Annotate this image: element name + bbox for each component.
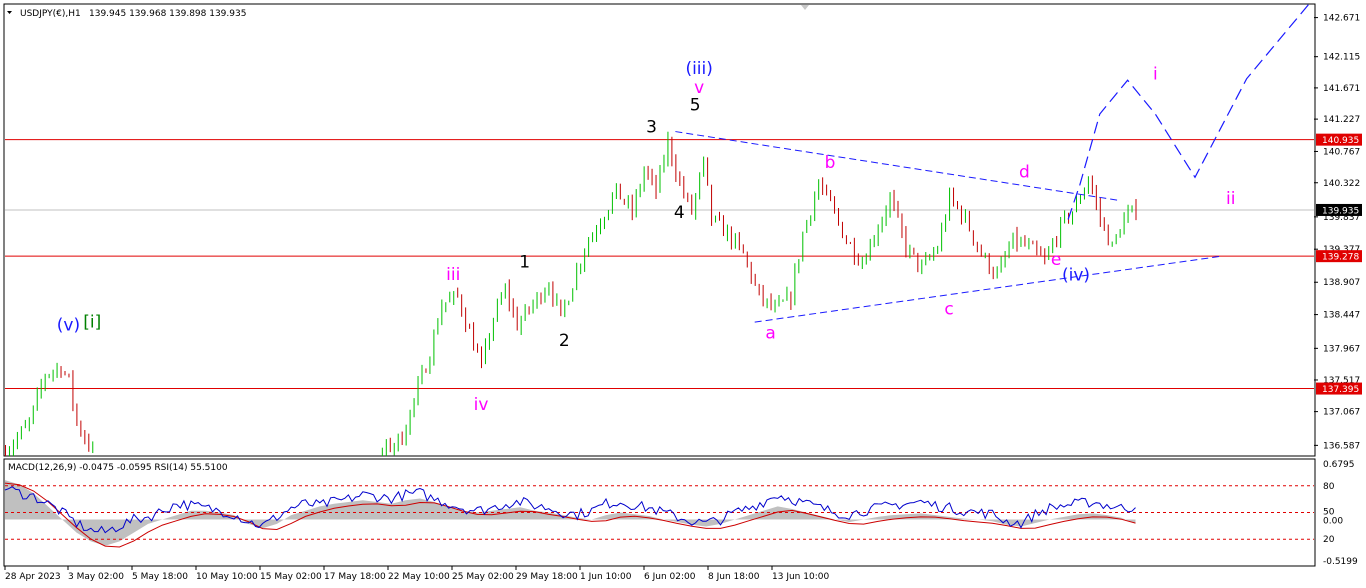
price-tick-label: 137.967 [1323,344,1360,354]
indicator-tick-label: -0.5199 [1323,557,1358,567]
time-tick-label: 8 Jun 18:00 [708,572,760,582]
price-tag-label: 137.395 [1322,385,1359,395]
wave-label: i [1153,65,1158,85]
wave-label: v [694,78,704,98]
time-tick-label: 15 May 02:00 [260,572,322,582]
wave-label: 1 [519,252,530,272]
price-tick-label: 138.447 [1323,311,1360,321]
price-tick-label: 142.115 [1323,53,1360,63]
indicator-tick-label: 80 [1323,482,1335,492]
price-tick-label: 136.587 [1323,441,1360,451]
wave-label: (v) [57,316,80,336]
price-tick-label: 141.671 [1323,84,1360,94]
price-tag-label: 140.935 [1322,136,1359,146]
wave-label: iii [446,265,460,285]
wave-label: 3 [646,117,657,137]
current-price-label: 139.935 [1322,206,1359,216]
wave-label: 2 [559,331,570,351]
time-tick-label: 10 May 10:00 [196,572,258,582]
indicator-tick-label: 0.00 [1323,516,1343,526]
time-tick-label: 25 May 02:00 [452,572,514,582]
time-tick-label: 1 Jun 10:00 [580,572,632,582]
price-tick-label: 140.322 [1323,179,1360,189]
price-tick-label: 142.671 [1323,14,1360,24]
wave-label: a [765,323,775,343]
ohlc-values: 139.945 139.968 139.898 139.935 [89,9,246,19]
wave-label: (iii) [685,59,712,79]
time-tick-label: 17 May 18:00 [324,572,386,582]
price-tick-label: 140.767 [1323,147,1360,157]
time-tick-label: 5 May 18:00 [132,572,188,582]
price-tick-label: 141.227 [1323,115,1360,125]
wave-label: d [1019,162,1030,182]
wave-label: c [944,299,953,319]
symbol-header[interactable]: USDJPY(€),H1 139.945 139.968 139.898 139… [7,9,246,19]
time-tick-label: 6 Jun 02:00 [644,572,696,582]
time-tick-label: 13 Jun 10:00 [772,572,829,582]
indicator-axis: 0.679580500.0020-0.5199 [1323,460,1358,567]
indicator-tick-label: 0.6795 [1323,460,1355,470]
time-tick-label: 22 May 10:00 [388,572,450,582]
price-tag-label: 139.278 [1322,253,1359,263]
wave-label: 4 [674,203,685,223]
wave-label: e [1051,250,1061,270]
price-axis-tags: 140.935 139.278 137.395 139.935 [1316,133,1362,395]
price-tick-label: 137.067 [1323,408,1360,418]
wave-label: b [825,153,836,173]
time-axis: 28 Apr 2023 3 May 02:00 5 May 18:00 10 May … [4,566,829,582]
time-tick-label: 29 May 18:00 [516,572,578,582]
wave-label: [i] [83,313,101,333]
wave-label: iv [474,395,489,415]
price-tick-label: 138.907 [1323,278,1360,288]
wave-label: ii [1226,189,1235,209]
time-tick-label: 28 Apr 2023 [5,572,61,582]
symbol-label: USDJPY(€),H1 [20,9,81,19]
wave-label: (iv) [1062,266,1090,286]
indicator-title: MACD(12,26,9) -0.0475 -0.0595 RSI(14) 55… [8,463,228,473]
chart-root: (v) [i]iiiiv12345v(iii)abcde(iv)iii 142.6… [3,3,1362,582]
indicator-tick-label: 20 [1323,535,1335,545]
wave-label: 5 [690,95,701,115]
time-tick-label: 3 May 02:00 [68,572,124,582]
